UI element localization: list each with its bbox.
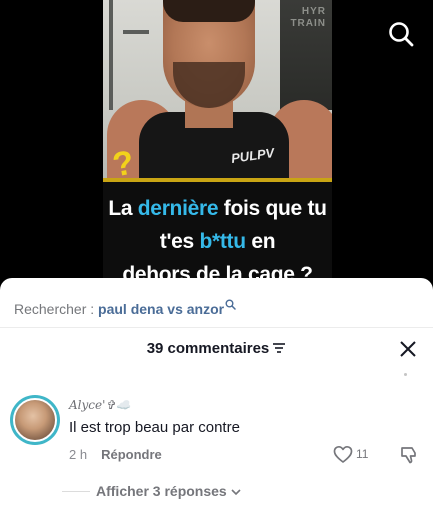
like-count: 11 xyxy=(356,447,369,461)
comments-count-header: 39 commentaires xyxy=(0,340,433,358)
video-player[interactable]: HYR TRAIN PULPV ? La dernière fois que tu… xyxy=(103,0,332,300)
divider xyxy=(0,327,433,328)
chevron-down-icon xyxy=(231,483,241,499)
comment-meta: 2 h Répondre xyxy=(69,447,162,462)
comments-sheet: Rechercher : paul dena vs anzor 39 comme… xyxy=(0,278,433,512)
caption-text: La xyxy=(108,197,138,220)
gym-equipment-bar xyxy=(109,0,113,110)
caption-accent-line xyxy=(103,178,332,182)
avatar[interactable] xyxy=(10,395,60,445)
dislike-icon[interactable] xyxy=(399,445,419,465)
reply-button[interactable]: Répondre xyxy=(101,447,162,462)
view-replies-label: Afficher 3 réponses xyxy=(96,483,227,499)
avatar-image xyxy=(13,398,57,442)
search-icon[interactable] xyxy=(387,20,415,48)
caption-text: en xyxy=(245,230,276,253)
search-label: Rechercher : xyxy=(14,301,99,317)
small-search-icon xyxy=(225,297,236,310)
comment-time: 2 h xyxy=(69,447,88,462)
view-replies-button[interactable]: Afficher 3 réponses xyxy=(62,483,241,499)
comment-username[interactable]: Alyce'✞☁️ xyxy=(69,398,130,412)
person-hair xyxy=(163,0,255,22)
tiktok-screen: HYR TRAIN PULPV ? La dernière fois que tu… xyxy=(0,0,433,512)
related-search[interactable]: Rechercher : paul dena vs anzor xyxy=(14,297,236,317)
filter-icon[interactable] xyxy=(272,341,286,358)
video-caption: La dernière fois que tu t'es b*ttu en de… xyxy=(103,192,332,291)
caption-highlight: b*ttu xyxy=(199,230,246,253)
gym-equipment-bar xyxy=(123,30,149,34)
search-query-link[interactable]: paul dena vs anzor xyxy=(98,301,224,317)
scroll-hint-dot xyxy=(404,373,407,376)
caption-highlight: dernière xyxy=(137,197,219,220)
comments-count: 39 commentaires xyxy=(146,340,270,357)
comment-text: Il est trop beau par contre xyxy=(69,419,240,436)
heart-icon xyxy=(333,445,353,463)
replies-line xyxy=(62,491,90,492)
like-button[interactable]: 11 xyxy=(333,445,373,465)
close-icon[interactable] xyxy=(398,339,418,359)
gym-wall-board: HYR TRAIN xyxy=(280,0,332,110)
